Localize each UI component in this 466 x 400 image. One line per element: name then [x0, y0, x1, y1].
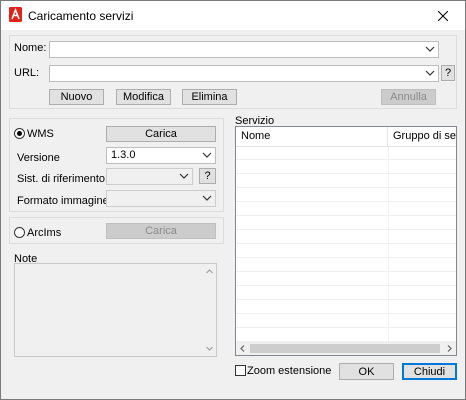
wms-radio[interactable]	[14, 128, 25, 139]
table-row	[236, 287, 456, 300]
note-textarea[interactable]	[14, 263, 217, 357]
table-row	[236, 217, 456, 230]
url-label: URL:	[14, 67, 40, 79]
elimina-button[interactable]: Elimina	[182, 89, 237, 105]
modifica-button[interactable]: Modifica	[116, 89, 171, 105]
versione-label: Versione	[17, 152, 60, 164]
table-row	[236, 189, 456, 202]
servizio-list-header: Nome Gruppo di servizi	[236, 127, 456, 147]
chevron-down-icon	[425, 70, 435, 76]
sist-help-button[interactable]: ?	[199, 168, 216, 184]
chevron-down-icon	[202, 195, 212, 201]
versione-combobox[interactable]: 1.3.0	[106, 147, 216, 164]
scroll-up-icon[interactable]	[206, 268, 213, 275]
nome-combobox[interactable]	[49, 41, 439, 58]
table-row	[236, 273, 456, 286]
nuovo-button[interactable]: Nuovo	[49, 89, 104, 105]
table-row	[236, 203, 456, 216]
column-header-nome[interactable]: Nome	[236, 127, 388, 147]
scroll-down-icon[interactable]	[206, 345, 213, 352]
url-combobox[interactable]	[49, 65, 439, 82]
table-row	[236, 147, 456, 160]
zoom-estensione-label: Zoom estensione	[247, 365, 332, 377]
annulla-button[interactable]: Annulla	[381, 89, 436, 105]
arcims-carica-button[interactable]: Carica	[106, 223, 216, 239]
chevron-down-icon	[425, 46, 435, 52]
formato-immagine-label: Formato immagine	[17, 195, 109, 207]
formato-immagine-combobox[interactable]	[106, 190, 216, 207]
table-row	[236, 301, 456, 314]
scroll-right-icon[interactable]	[446, 345, 453, 352]
title-bar: Caricamento servizi	[1, 1, 465, 30]
table-row	[236, 259, 456, 272]
table-row	[236, 231, 456, 244]
chevron-down-icon	[202, 152, 212, 158]
ok-button[interactable]: OK	[339, 363, 394, 380]
autocad-icon	[9, 7, 22, 22]
table-row	[236, 245, 456, 258]
chevron-down-icon	[179, 173, 189, 179]
wms-carica-button[interactable]: Carica	[106, 126, 216, 142]
servizio-horizontal-scrollbar[interactable]	[236, 342, 456, 355]
note-vertical-scrollbar[interactable]	[203, 264, 216, 356]
horizontal-scroll-thumb[interactable]	[250, 344, 440, 353]
url-help-button[interactable]: ?	[441, 65, 455, 81]
chiudi-button[interactable]: Chiudi	[402, 363, 457, 380]
zoom-estensione-checkbox[interactable]	[235, 365, 246, 376]
sist-riferimento-combobox[interactable]	[106, 168, 193, 185]
table-row	[236, 161, 456, 174]
column-header-gruppo-servizi[interactable]: Gruppo di servizi	[388, 127, 456, 147]
wms-label: WMS	[27, 128, 54, 140]
load-services-dialog: Caricamento servizi Nome: URL: ? Nuovo M…	[0, 0, 466, 400]
close-button[interactable]	[421, 1, 465, 30]
versione-value: 1.3.0	[111, 149, 136, 161]
servizio-listview[interactable]: Nome Gruppo di servizi	[235, 126, 457, 356]
arcims-radio[interactable]	[14, 227, 25, 238]
scroll-left-icon[interactable]	[239, 345, 246, 352]
table-row	[236, 315, 456, 328]
close-icon	[438, 10, 448, 21]
sist-riferimento-label: Sist. di riferimento	[17, 173, 106, 185]
nome-label: Nome:	[14, 42, 47, 54]
table-row	[236, 175, 456, 188]
table-row	[236, 329, 456, 342]
arcims-label: ArcIms	[27, 227, 62, 239]
window-title: Caricamento servizi	[28, 9, 134, 23]
